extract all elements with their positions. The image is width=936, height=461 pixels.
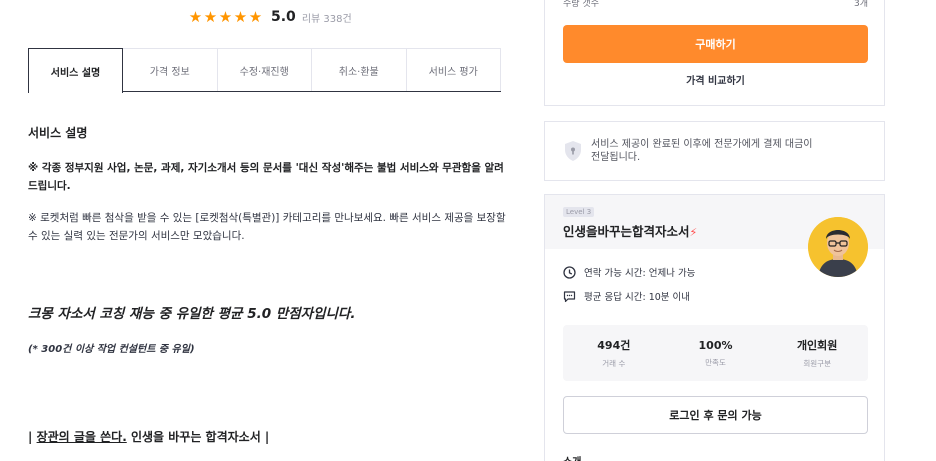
slogan-underlined: 장관의 글을 쓴다.: [36, 430, 127, 444]
service-slogan: | 장관의 글을 쓴다. 인생을 바꾸는 합격자소서 |: [28, 428, 269, 445]
review-count-link[interactable]: 리뷰 338건: [302, 10, 352, 25]
rating-summary: ★ ★ ★ ★ ★ 5.0 리뷰 338건: [188, 8, 352, 26]
star-icon: ★: [203, 8, 218, 26]
service-description: 서비스 설명 ※ 각종 정부지원 사업, 논문, 과제, 자기소개서 등의 문서…: [28, 124, 508, 259]
tab-cancel-refund[interactable]: 취소·환불: [312, 48, 407, 91]
rocket-notice: ※ 로켓처럼 빠른 첨삭을 받을 수 있는 [로켓첨삭(특별관)] 카테고리를 …: [28, 212, 506, 242]
service-headline: 크몽 자소서 코칭 재능 중 유일한 평균 5.0 만점자입니다.: [28, 306, 356, 322]
clock-icon: [563, 265, 576, 279]
slogan-suffix: 인생을 바꾸는 합격자소서 |: [126, 430, 270, 444]
quantity-row: 수량 갯수 3개: [563, 0, 868, 9]
service-sub-headline: (* 300건 이상 작업 컨설턴트 중 유일): [28, 344, 195, 355]
purchase-card: 수량 갯수 3개 구매하기 가격 비교하기: [544, 0, 885, 106]
slogan-prefix: |: [28, 430, 37, 444]
tab-service-review[interactable]: 서비스 평가: [406, 48, 501, 91]
contact-time-row: 연락 가능 시간: 언제나 가능: [563, 265, 695, 279]
star-icon: ★: [218, 8, 233, 26]
quantity-label: 수량 갯수: [563, 0, 599, 9]
buy-button[interactable]: 구매하기: [563, 25, 868, 63]
level-badge: Level 3: [563, 207, 595, 217]
expert-name-text: 인생을바꾸는합격자소서: [563, 224, 690, 239]
login-inquiry-button[interactable]: 로그인 후 문의 가능: [563, 396, 868, 434]
chat-bubble-icon: [563, 290, 576, 302]
service-tabs: 서비스 설명 가격 정보 수정·재진행 취소·환불 서비스 평가: [28, 48, 501, 93]
stat-satisfaction: 100% 만족도: [665, 325, 767, 381]
tab-revision[interactable]: 수정·재진행: [217, 48, 312, 91]
section-title: 서비스 설명: [28, 126, 88, 140]
legal-notice: ※ 각종 정부지원 사업, 논문, 과제, 자기소개서 등의 문서를 '대신 작…: [28, 162, 504, 192]
quantity-value: 3개: [853, 0, 868, 9]
shield-icon: [565, 141, 581, 161]
stat-transactions: 494건 거래 수: [563, 325, 665, 381]
stat-label: 만족도: [705, 357, 726, 367]
tab-service-description[interactable]: 서비스 설명: [28, 48, 123, 93]
notice-line-1: 서비스 제공이 완료된 이후에 전문가에게 결제 대금이: [591, 139, 813, 150]
lightning-icon: ⚡: [689, 226, 698, 239]
stat-member-type: 개인회원 회원구분: [766, 325, 868, 381]
star-icon: ★: [233, 8, 248, 26]
stat-label: 회원구분: [803, 359, 831, 368]
expert-name[interactable]: 인생을바꾸는합격자소서⚡: [563, 221, 697, 240]
payment-notice: 서비스 제공이 완료된 이후에 전문가에게 결제 대금이 전달됩니다.: [544, 121, 885, 181]
tab-price-info[interactable]: 가격 정보: [123, 48, 218, 91]
response-time: 평균 응답 시간: 10분 이내: [584, 292, 691, 303]
notice-text: 서비스 제공이 완료된 이후에 전문가에게 결제 대금이 전달됩니다.: [591, 138, 812, 164]
expert-card: Level 3 인생을바꾸는합격자소서⚡ 연락 가능 시간: 언제나 가능 평균…: [544, 194, 885, 461]
compare-price-link[interactable]: 가격 비교하기: [563, 72, 868, 87]
stat-label: 거래 수: [602, 359, 626, 368]
stat-value: 100%: [698, 338, 733, 352]
star-icon: ★: [248, 8, 263, 26]
response-time-row: 평균 응답 시간: 10분 이내: [563, 289, 690, 303]
rating-score: 5.0: [271, 9, 296, 25]
avatar-illustration: [808, 217, 868, 277]
star-icon: ★: [188, 8, 203, 26]
notice-line-2: 전달됩니다.: [591, 152, 641, 163]
stat-value: 494건: [597, 339, 631, 352]
star-rating: ★ ★ ★ ★ ★: [188, 8, 263, 26]
stat-value: 개인회원: [796, 339, 838, 352]
expert-stats: 494건 거래 수 100% 만족도 개인회원 회원구분: [563, 325, 868, 381]
intro-heading: 소개: [563, 453, 581, 461]
avatar[interactable]: [808, 217, 868, 277]
contact-time: 연락 가능 시간: 언제나 가능: [584, 268, 696, 279]
